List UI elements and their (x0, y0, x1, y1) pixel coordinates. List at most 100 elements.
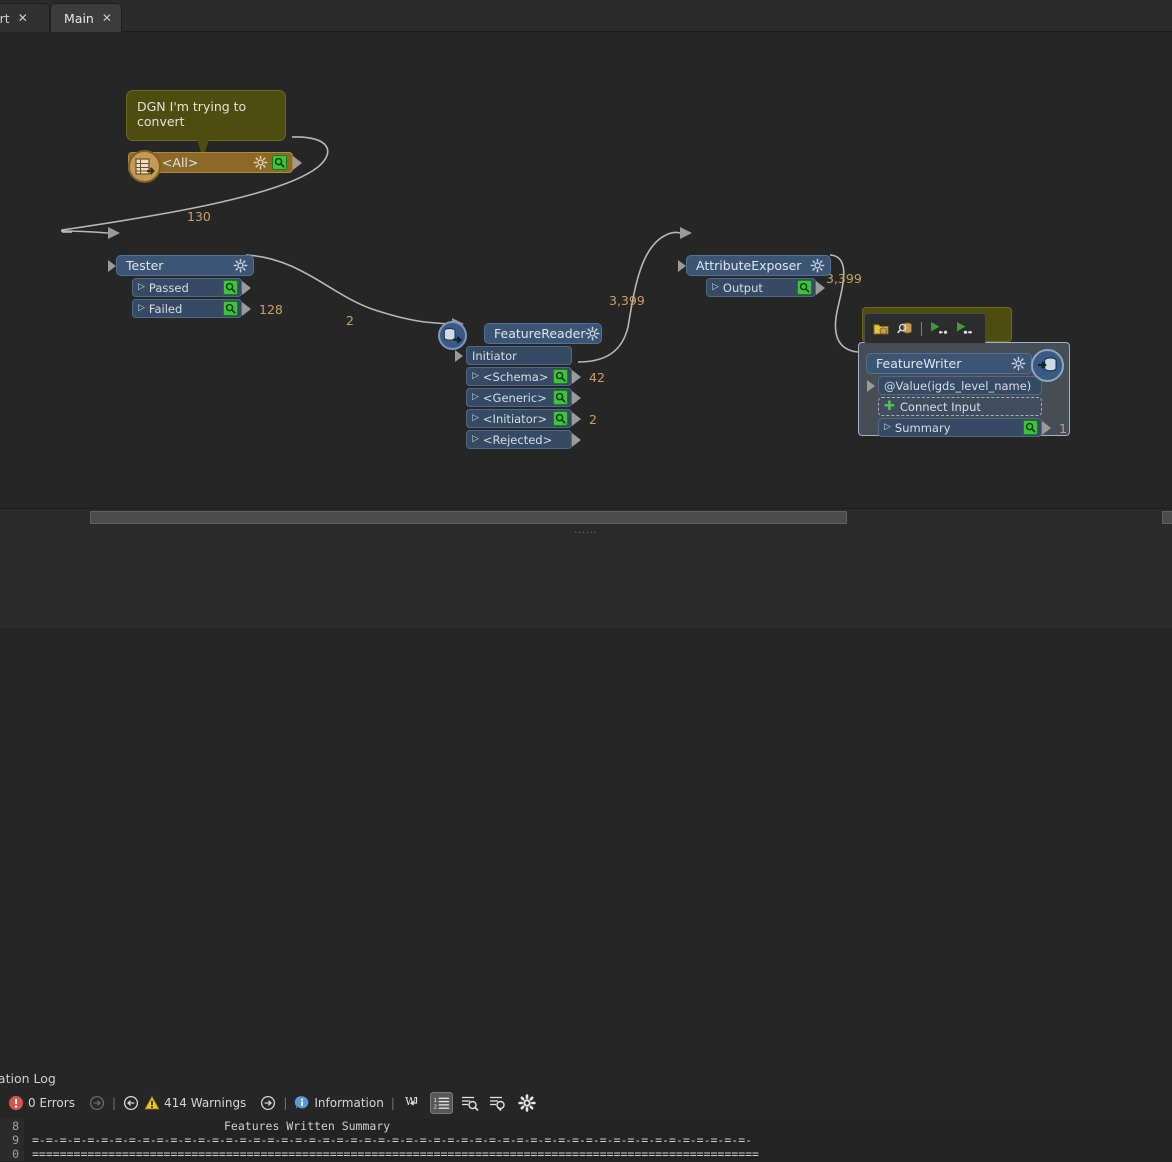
tab-close-icon[interactable]: ✕ (102, 12, 112, 24)
open-folder-icon[interactable] (873, 321, 890, 336)
next-warning-icon[interactable] (260, 1095, 276, 1111)
port-rejected[interactable]: ▷ <Rejected> (466, 430, 581, 449)
table-reader-icon (128, 150, 161, 183)
information-label: Information (314, 1095, 384, 1110)
tab-main[interactable]: Main ✕ (50, 3, 122, 32)
tab-label: Main (64, 10, 94, 26)
port-summary[interactable]: ▷ Summary 1 (878, 418, 1067, 437)
port-failed[interactable]: ▷ Failed 128 (132, 299, 283, 318)
inspect-magnifier-icon[interactable] (223, 280, 238, 295)
information-status[interactable]: Information (294, 1095, 384, 1111)
node-context-toolbar[interactable] (864, 313, 986, 344)
port-initiator-output[interactable]: ▷ <Initiator> 2 (466, 409, 597, 428)
search-log-next-icon[interactable] (487, 1092, 509, 1114)
inspect-magnifier-icon[interactable] (223, 301, 238, 316)
expand-triangle-icon[interactable]: ▷ (884, 423, 891, 432)
expand-triangle-icon[interactable]: ▷ (472, 414, 479, 423)
tab-bar: art ✕ Main ✕ (0, 0, 1172, 32)
log-panel-title: nslation Log (0, 1071, 56, 1086)
port-count: 128 (259, 302, 283, 317)
inspect-magnifier-icon[interactable] (553, 390, 568, 405)
gear-icon[interactable] (585, 326, 600, 341)
port-label: Failed (148, 301, 183, 316)
inspect-magnifier-icon[interactable] (1023, 420, 1038, 435)
annotation-text: DGN I'm trying to convert (137, 99, 247, 129)
port-label: @Value(igds_level_name) (884, 378, 1032, 393)
log-settings-icon[interactable] (516, 1092, 538, 1114)
node-header[interactable]: FeatureWriter (866, 353, 1032, 374)
gear-icon[interactable] (810, 258, 825, 273)
port-label: Connect Input (899, 399, 981, 414)
port-output[interactable]: ▷ Output (706, 278, 825, 297)
search-log-icon[interactable] (459, 1092, 481, 1114)
port-passed[interactable]: ▷ Passed (132, 278, 251, 297)
gear-icon[interactable] (233, 258, 248, 273)
inspect-data-icon[interactable] (897, 321, 914, 336)
log-row: 8 Features Written Summary (0, 1119, 1172, 1133)
log-line-number: 9 (0, 1133, 24, 1147)
gear-icon[interactable] (1011, 356, 1026, 371)
port-initiator-input[interactable]: Initiator (455, 346, 572, 365)
inspect-magnifier-icon[interactable] (797, 280, 812, 295)
inspect-magnifier-icon[interactable] (272, 155, 287, 170)
port-value-igds-level-name[interactable]: @Value(igds_level_name) (867, 376, 1042, 395)
toolbar-separator: | (283, 1095, 288, 1110)
inspect-magnifier-icon[interactable] (553, 411, 568, 426)
log-output[interactable]: 8 Features Written Summary 9 =-=-=-=-=-=… (0, 1119, 1172, 1162)
log-line-number: 0 (0, 1147, 24, 1161)
workflow-canvas[interactable]: 130 2 3,399 3,399 DGN I'm trying to conv… (0, 32, 1172, 508)
expand-triangle-icon[interactable]: ▷ (138, 304, 145, 313)
node-feature-writer[interactable]: FeatureWriter @Value(igds_level_name) ✚ … (866, 353, 1067, 437)
run-from-this-icon[interactable] (955, 321, 974, 336)
expand-triangle-icon[interactable]: ▷ (472, 393, 479, 402)
port-count: 42 (589, 370, 605, 385)
expand-triangle-icon[interactable]: ▷ (472, 435, 479, 444)
prev-warning-icon[interactable] (123, 1095, 139, 1111)
port-generic[interactable]: ▷ <Generic> (466, 388, 581, 407)
node-feature-reader[interactable]: FeatureReader Initiator ▷ <Schema> 42 ▷ … (455, 323, 605, 449)
port-label: <Generic> (482, 390, 547, 405)
run-to-this-icon[interactable] (929, 321, 948, 336)
gear-icon[interactable] (253, 155, 268, 170)
node-title: FeatureWriter (876, 356, 962, 371)
word-wrap-icon[interactable]: W (402, 1092, 424, 1114)
input-arrow-icon (867, 379, 875, 392)
toolbar-separator (921, 321, 922, 336)
wire-label-2: 2 (346, 313, 354, 328)
expand-triangle-icon[interactable]: ▷ (712, 283, 719, 292)
info-icon (294, 1095, 310, 1111)
port-schema[interactable]: ▷ <Schema> 42 (466, 367, 605, 386)
input-arrow-icon (455, 349, 463, 362)
expand-triangle-icon[interactable]: ▷ (138, 283, 145, 292)
warnings-label: 414 Warnings (164, 1095, 247, 1110)
node-tester[interactable]: Tester ▷ Passed ▷ Failed 128 (108, 255, 283, 318)
expand-triangle-icon[interactable]: ▷ (472, 372, 479, 381)
output-arrow-icon (1042, 420, 1051, 435)
node-header[interactable]: AttributeExposer (678, 255, 831, 276)
port-connect-input[interactable]: ✚ Connect Input (878, 397, 1042, 416)
output-arrow-icon (242, 280, 251, 295)
output-arrow-icon (572, 411, 581, 426)
annotation-bubble[interactable]: DGN I'm trying to convert (126, 90, 286, 141)
next-error-icon[interactable] (89, 1095, 105, 1111)
node-header[interactable]: FeatureReader (484, 323, 602, 344)
tab-start[interactable]: art ✕ (0, 3, 50, 32)
input-arrow-icon (678, 259, 686, 272)
inspect-magnifier-icon[interactable] (553, 369, 568, 384)
port-label: Summary (894, 420, 951, 435)
add-plus-icon[interactable]: ✚ (884, 400, 895, 413)
node-header[interactable]: Tester (108, 255, 254, 276)
errors-status[interactable]: 0 Errors (8, 1095, 75, 1111)
horizontal-scrollbar-thumb[interactable] (90, 511, 847, 524)
svg-text:1: 1 (433, 1098, 437, 1104)
toolbar-separator: | (390, 1095, 395, 1110)
port-count: 1 (1059, 421, 1067, 436)
warnings-status[interactable]: 414 Warnings (144, 1095, 246, 1111)
node-attribute-exposer[interactable]: AttributeExposer ▷ Output (678, 255, 831, 297)
tab-label: art (0, 10, 10, 26)
scrollbar-end-button[interactable] (1162, 511, 1172, 524)
line-numbers-icon[interactable]: 1 2 (429, 1091, 453, 1114)
node-title: <All> (161, 155, 199, 170)
node-title: Tester (126, 258, 164, 273)
tab-close-icon[interactable]: ✕ (18, 12, 28, 24)
